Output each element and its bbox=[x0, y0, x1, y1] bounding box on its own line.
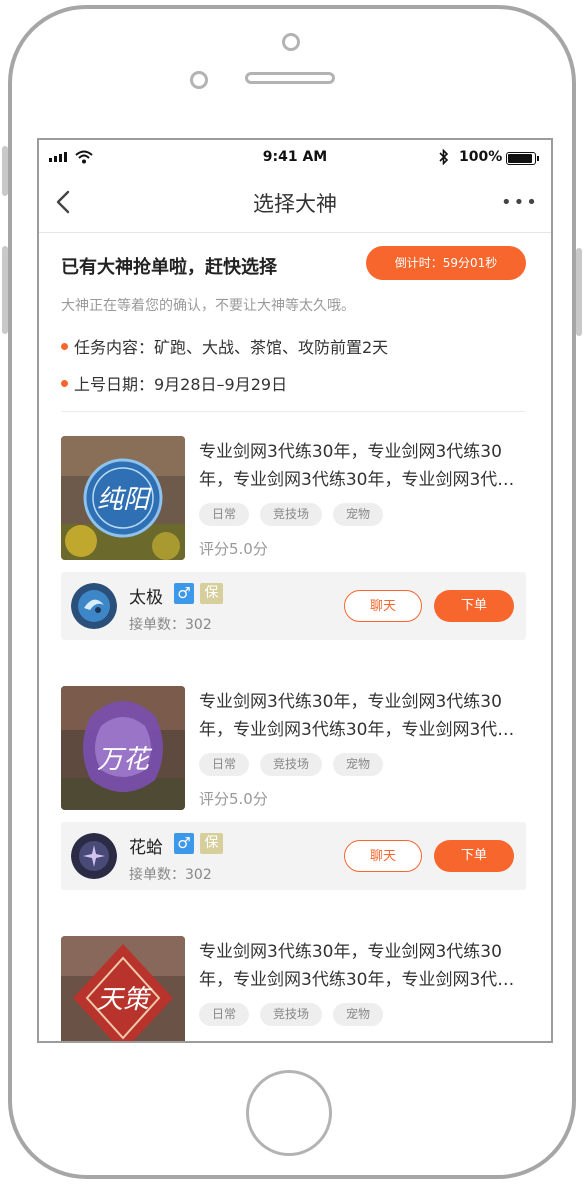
task-content: 任务内容：矿跑、大战、茶馆、攻防前置2天 bbox=[74, 338, 389, 357]
tag: 宠物 bbox=[333, 1003, 384, 1026]
place-order-button[interactable]: 下单 bbox=[434, 840, 514, 872]
guarantee-badge: 保 bbox=[200, 583, 223, 604]
subtext: 大神正在等着您的确认，不要让大神等太久哦。 bbox=[61, 298, 355, 314]
avatar[interactable] bbox=[71, 583, 117, 629]
page-title: 选择大神 bbox=[253, 192, 337, 216]
order-count: 接单数：302 bbox=[129, 867, 212, 883]
pro-info-bar: 花蛤 ♂ 保 接单数：302 聊天 下单 bbox=[61, 822, 526, 890]
tag: 竞技场 bbox=[260, 753, 323, 776]
tag: 日常 bbox=[199, 753, 250, 776]
order-count: 接单数：302 bbox=[129, 617, 212, 633]
pro-card[interactable]: 天策 专业剑网3代练30年，专业剑网3代练30年，专业剑网3代练30年，专业剑网… bbox=[61, 936, 526, 1041]
pro-name: 太极 bbox=[129, 588, 163, 608]
pro-name: 花蛤 bbox=[129, 838, 163, 858]
battery-percent: 100% bbox=[459, 149, 503, 165]
front-camera bbox=[282, 33, 300, 51]
avatar[interactable] bbox=[71, 833, 117, 879]
bullet-dot-icon bbox=[61, 380, 68, 387]
divider bbox=[61, 411, 526, 412]
male-badge-icon: ♂ bbox=[174, 833, 194, 854]
countdown-badge: 倒计时：59分01秒 bbox=[366, 246, 526, 280]
male-badge-icon: ♂ bbox=[174, 583, 194, 604]
chat-button[interactable]: 聊天 bbox=[344, 590, 422, 622]
game-image: 纯阳 bbox=[61, 436, 185, 560]
tag: 日常 bbox=[199, 503, 250, 526]
pro-card[interactable]: 万花 专业剑网3代练30年，专业剑网3代练30年，专业剑网3代练30年，专业剑网… bbox=[61, 686, 526, 896]
volume-button bbox=[2, 246, 8, 334]
proximity-sensor bbox=[190, 71, 208, 89]
bullet-dot-icon bbox=[61, 343, 68, 350]
pro-info-bar: 太极 ♂ 保 接单数：302 聊天 下单 bbox=[61, 572, 526, 640]
chat-button[interactable]: 聊天 bbox=[344, 840, 422, 872]
login-date-line: 上号日期：9月28日–9月29日 bbox=[61, 371, 287, 395]
status-bar: 9:41 AM 100% bbox=[39, 140, 551, 174]
earpiece-speaker bbox=[245, 72, 335, 84]
bluetooth-icon bbox=[439, 149, 449, 165]
pro-card[interactable]: 纯阳 专业剑网3代练30年，专业剑网3代练30年，专业剑网3代练30年，专业剑网… bbox=[61, 436, 526, 646]
login-date: 上号日期：9月28日–9月29日 bbox=[74, 375, 288, 394]
score: 评分5.0分 bbox=[199, 540, 268, 558]
tag: 宠物 bbox=[333, 503, 384, 526]
card-description: 专业剑网3代练30年，专业剑网3代练30年，专业剑网3代练30年，专业剑网3代练… bbox=[199, 442, 515, 490]
guarantee-badge: 保 bbox=[200, 833, 223, 854]
battery-icon bbox=[506, 152, 539, 165]
headline: 已有大神抢单啦，赶快选择 bbox=[61, 257, 277, 278]
tag-list: 日常 竞技场 宠物 bbox=[199, 753, 384, 776]
task-content-line: 任务内容：矿跑、大战、茶馆、攻防前置2天 bbox=[61, 334, 388, 358]
mute-switch bbox=[2, 146, 8, 196]
tag-list: 日常 竞技场 宠物 bbox=[199, 1003, 384, 1026]
emblem-text: 纯阳 bbox=[97, 485, 152, 515]
card-description: 专业剑网3代练30年，专业剑网3代练30年，专业剑网3代练30年，专业剑网3代练… bbox=[199, 942, 515, 990]
tag: 竞技场 bbox=[260, 1003, 323, 1026]
tag-list: 日常 竞技场 宠物 bbox=[199, 503, 384, 526]
navigation-bar: 选择大神 ••• bbox=[39, 174, 551, 233]
tag: 日常 bbox=[199, 1003, 250, 1026]
score: 评分5.0分 bbox=[199, 790, 268, 808]
emblem-text: 天策 bbox=[97, 985, 153, 1015]
more-options-icon[interactable]: ••• bbox=[501, 192, 539, 213]
tag: 竞技场 bbox=[260, 503, 323, 526]
game-image: 万花 bbox=[61, 686, 185, 810]
game-image: 天策 bbox=[61, 936, 185, 1041]
emblem-text: 万花 bbox=[97, 745, 153, 775]
app-screen: 9:41 AM 100% 选择大神 ••• 已有大神抢单啦，赶快选择 倒计时：5… bbox=[37, 138, 553, 1043]
home-button[interactable] bbox=[246, 1070, 332, 1156]
place-order-button[interactable]: 下单 bbox=[434, 590, 514, 622]
power-button bbox=[576, 248, 582, 336]
card-description: 专业剑网3代练30年，专业剑网3代练30年，专业剑网3代练30年，专业剑网3代练… bbox=[199, 692, 515, 740]
tag: 宠物 bbox=[333, 753, 384, 776]
